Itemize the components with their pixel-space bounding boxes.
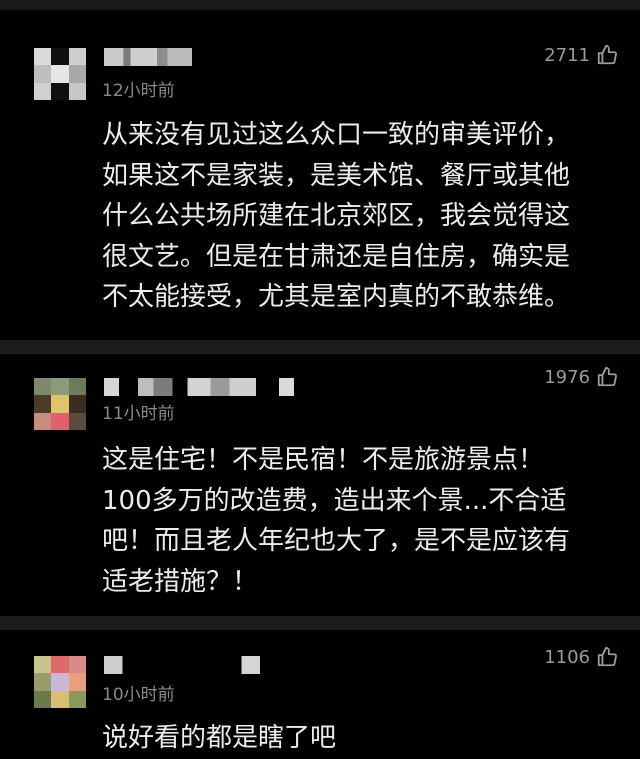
like-count: 1106 [544, 646, 590, 668]
comment-body: 从来没有见过这么众口一致的审美评价， 如果这不是家装，是美术馆、餐厅或其他 什么… [102, 115, 570, 318]
thumbs-up-icon[interactable] [596, 646, 618, 668]
comment-divider [0, 340, 640, 354]
comment-line: 什么公共场所建在北京郊区，我会觉得这 [102, 201, 571, 231]
comment-line: 很文艺。但是在甘肃还是自住房，确实是 [102, 241, 571, 272]
like-control[interactable]: 1106 [544, 646, 618, 668]
username-redacted[interactable] [104, 378, 294, 396]
username-redacted[interactable] [104, 48, 192, 66]
comment-item: 1976 11小时前 这是住宅！不是民宿！不是旅游景点！ 100多万的改造费，造… [0, 354, 640, 634]
thumbs-up-icon[interactable] [596, 366, 618, 388]
comment-line: 说好看的都是瞎了吧 [102, 723, 337, 753]
comment-time: 12小时前 [102, 81, 175, 101]
comment-line: 从来没有见过这么众口一致的审美评价， [102, 120, 571, 150]
like-count: 1976 [544, 366, 590, 388]
comment-line: 不太能接受，尤其是室内真的不敢恭维。 [102, 282, 571, 312]
comment-body: 这是住宅！不是民宿！不是旅游景点！ 100多万的改造费，造出来个景...不合适 … [102, 440, 570, 602]
avatar[interactable] [34, 48, 86, 100]
comment-divider [0, 616, 640, 630]
like-control[interactable]: 1976 [544, 366, 618, 388]
comment-line: 适老措施？！ [102, 566, 259, 597]
comment-item: 2711 12小时前 从来没有见过这么众口一致的审美评价， 如果这不是家装，是美… [0, 0, 640, 352]
comment-item: 1106 10小时前 说好看的都是瞎了吧 [0, 630, 640, 753]
avatar[interactable] [34, 656, 86, 708]
username-redacted[interactable] [104, 656, 260, 674]
comment-line: 如果这不是家装，是美术馆、餐厅或其他 [102, 160, 571, 191]
comment-line: 吧！而且老人年纪也大了，是不是应该有 [102, 526, 571, 556]
like-control[interactable]: 2711 [544, 44, 618, 66]
thumbs-up-icon[interactable] [596, 44, 618, 66]
avatar[interactable] [34, 378, 86, 430]
comment-body: 说好看的都是瞎了吧 [102, 718, 336, 759]
comment-line: 100多万的改造费，造出来个景...不合适 [102, 485, 567, 516]
comment-line: 这是住宅！不是民宿！不是旅游景点！ [102, 445, 545, 475]
comment-time: 11小时前 [102, 404, 175, 424]
like-count: 2711 [544, 44, 590, 66]
comment-time: 10小时前 [102, 685, 175, 705]
